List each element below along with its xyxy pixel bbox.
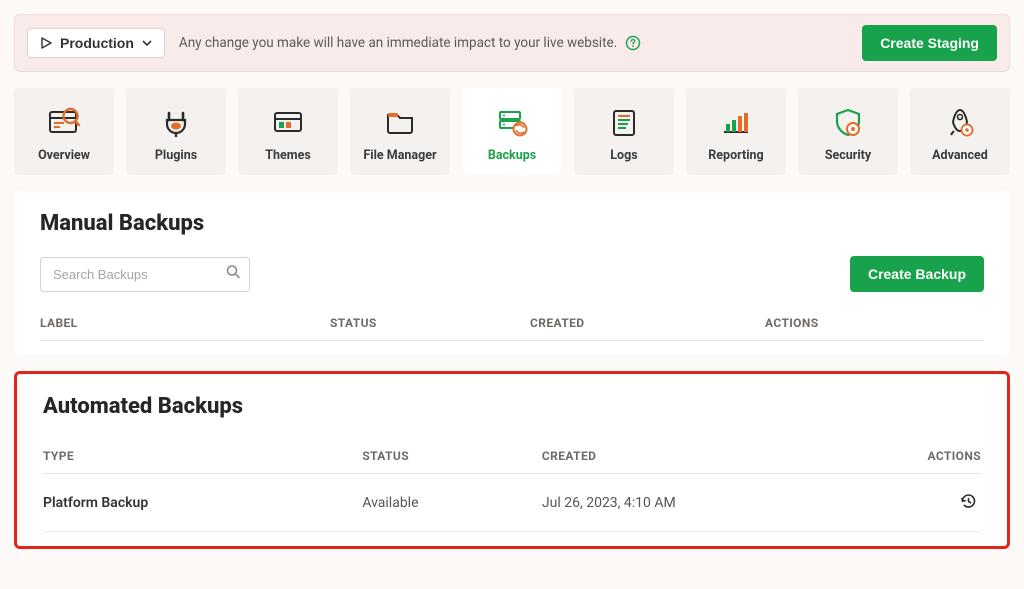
themes-icon	[270, 106, 306, 138]
cell-actions	[881, 488, 981, 517]
tab-label: Plugins	[155, 148, 197, 163]
help-icon[interactable]	[625, 35, 641, 51]
tab-file-manager[interactable]: File Manager	[350, 88, 450, 175]
backups-icon	[494, 106, 530, 138]
tab-label: Advanced	[932, 148, 988, 163]
manual-backups-toolbar: Create Backup	[40, 256, 984, 292]
tab-label: File Manager	[363, 148, 436, 163]
cell-type: Platform Backup	[43, 495, 362, 511]
folder-icon	[382, 106, 418, 138]
plugins-icon	[158, 106, 194, 138]
logs-icon	[606, 106, 642, 138]
section-tabs: Overview Plugins Themes File Manager Bac…	[14, 88, 1010, 175]
col-status: STATUS	[330, 316, 530, 330]
create-staging-button[interactable]: Create Staging	[862, 25, 997, 61]
history-icon	[959, 498, 977, 513]
reporting-icon	[718, 106, 754, 138]
environment-label: Production	[60, 35, 134, 51]
search-icon	[226, 265, 241, 284]
overview-icon	[46, 106, 82, 138]
col-type: TYPE	[43, 449, 362, 463]
tab-label: Security	[825, 148, 871, 163]
tab-label: Overview	[38, 148, 90, 163]
automated-backups-title: Automated Backups	[43, 394, 981, 419]
tab-security[interactable]: Security	[798, 88, 898, 175]
play-icon	[40, 37, 52, 49]
tab-plugins[interactable]: Plugins	[126, 88, 226, 175]
cell-status: Available	[362, 495, 542, 511]
create-backup-button[interactable]: Create Backup	[850, 256, 984, 292]
table-header-row: LABEL STATUS CREATED ACTIONS	[40, 306, 984, 341]
col-created: CREATED	[530, 316, 765, 330]
automated-backups-table: TYPE STATUS CREATED ACTIONS Platform Bac…	[43, 439, 981, 532]
cell-created: Jul 26, 2023, 4:10 AM	[542, 495, 881, 511]
manual-backups-panel: Manual Backups Create Backup LABEL STATU…	[14, 191, 1010, 355]
tab-label: Reporting	[708, 148, 763, 163]
tab-label: Logs	[610, 148, 637, 163]
tab-themes[interactable]: Themes	[238, 88, 338, 175]
col-label: LABEL	[40, 316, 330, 330]
tab-backups[interactable]: Backups	[462, 88, 562, 175]
col-actions: ACTIONS	[765, 316, 825, 330]
tab-reporting[interactable]: Reporting	[686, 88, 786, 175]
chevron-down-icon	[142, 38, 152, 48]
tab-advanced[interactable]: Advanced	[910, 88, 1010, 175]
environment-notice-bar: Production Any change you make will have…	[14, 14, 1010, 72]
manual-backups-title: Manual Backups	[40, 211, 984, 236]
tab-label: Backups	[488, 148, 536, 163]
automated-backups-panel: Automated Backups TYPE STATUS CREATED AC…	[14, 371, 1010, 549]
advanced-icon	[942, 106, 978, 138]
table-header-row: TYPE STATUS CREATED ACTIONS	[43, 439, 981, 474]
tab-overview[interactable]: Overview	[14, 88, 114, 175]
col-created: CREATED	[542, 449, 881, 463]
col-actions: ACTIONS	[881, 449, 981, 463]
environment-selector[interactable]: Production	[27, 28, 165, 58]
restore-button[interactable]	[955, 488, 981, 517]
notice-text: Any change you make will have an immedia…	[179, 35, 617, 51]
table-row: Platform Backup Available Jul 26, 2023, …	[43, 474, 981, 532]
search-wrap	[40, 257, 250, 292]
search-input[interactable]	[40, 257, 250, 292]
security-icon	[830, 106, 866, 138]
tab-label: Themes	[265, 148, 311, 163]
col-status: STATUS	[362, 449, 542, 463]
manual-backups-table: LABEL STATUS CREATED ACTIONS	[40, 306, 984, 341]
tab-logs[interactable]: Logs	[574, 88, 674, 175]
